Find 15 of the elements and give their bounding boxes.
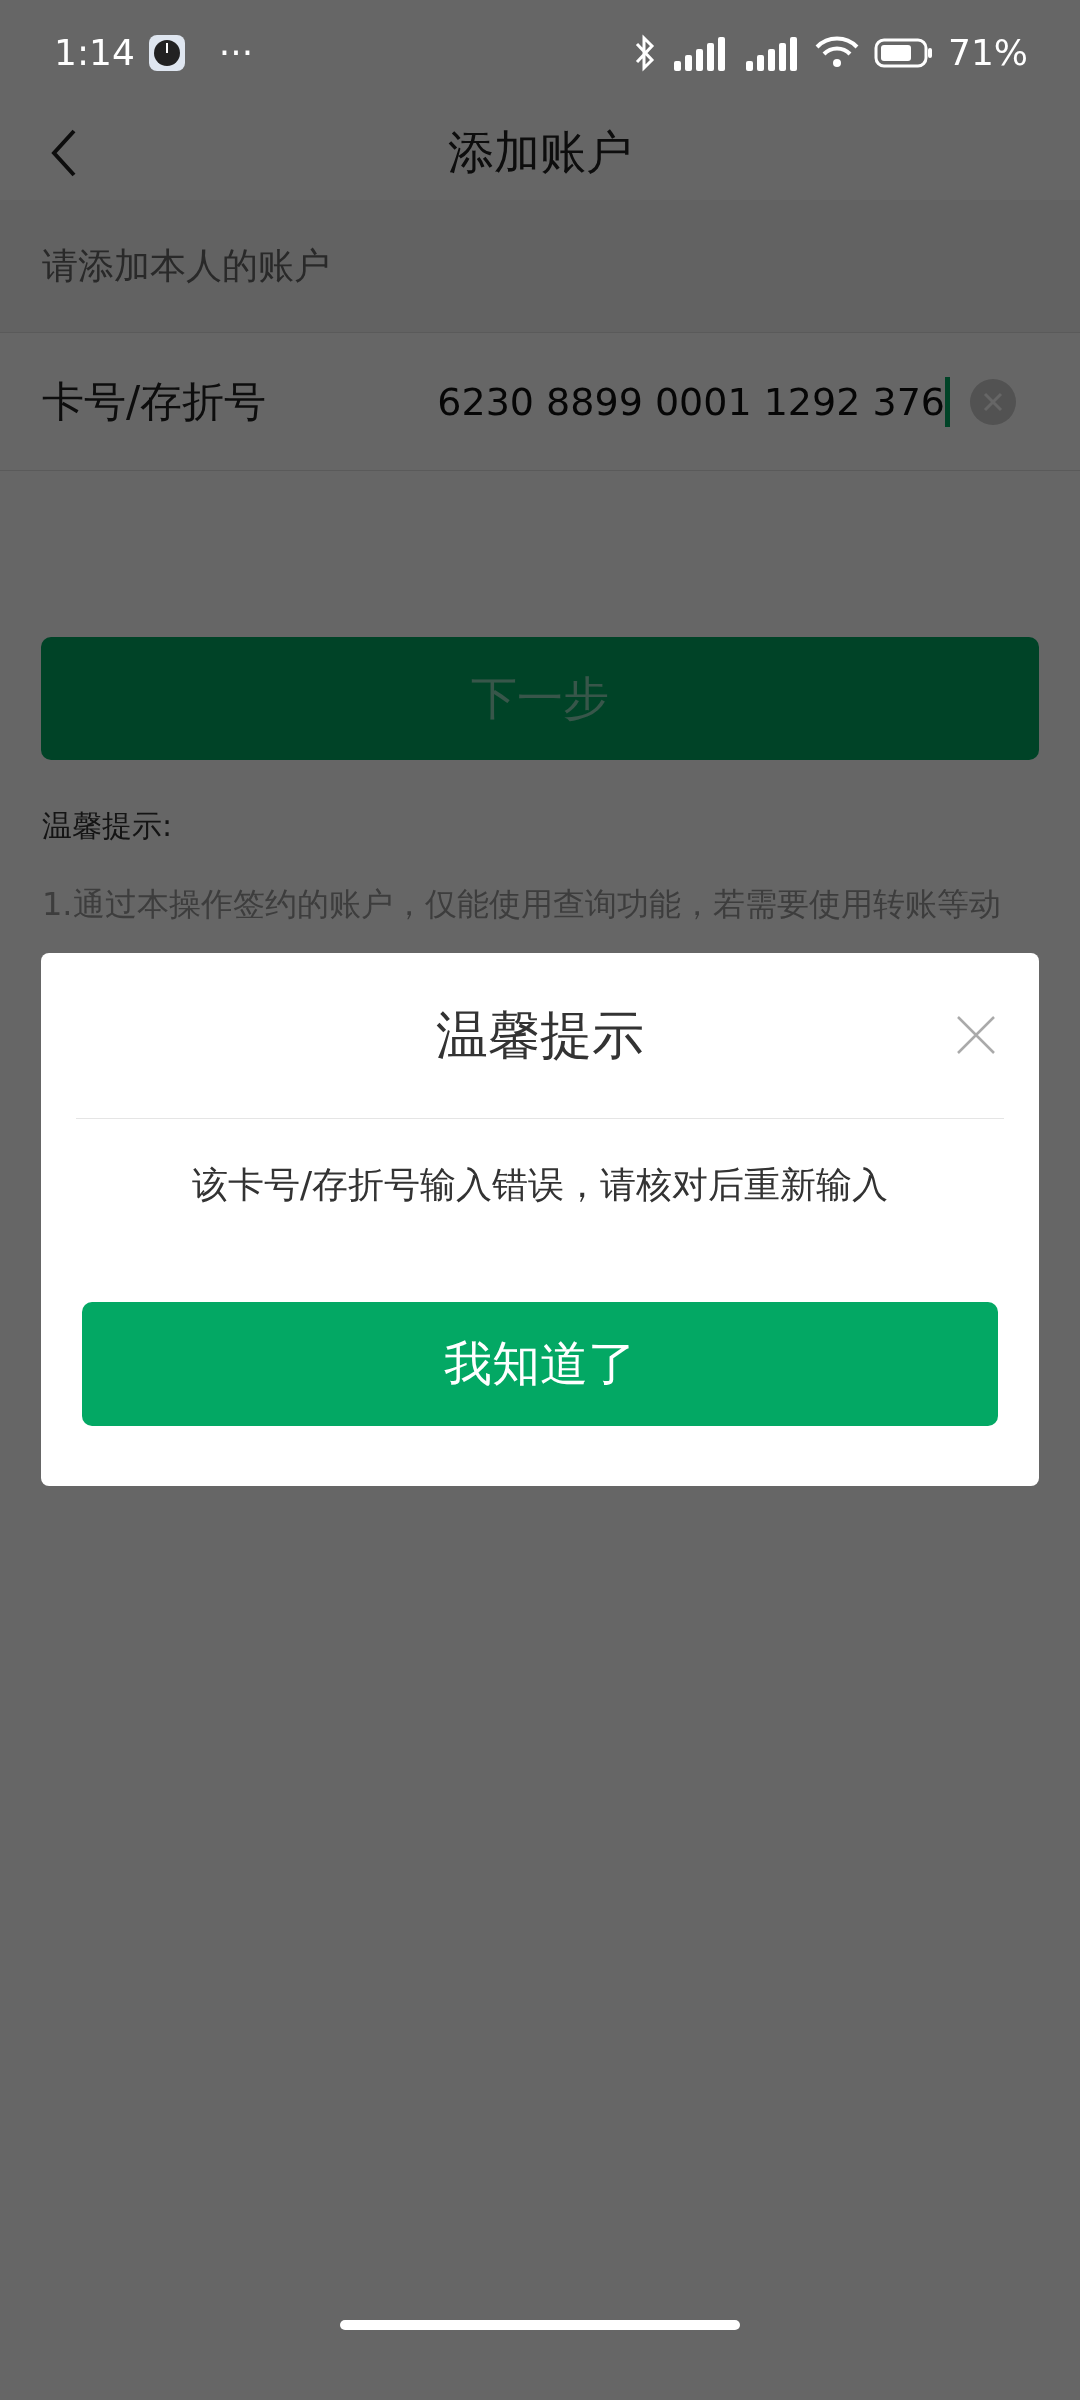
status-time: 1:14 bbox=[54, 32, 135, 73]
bluetooth-icon bbox=[634, 33, 656, 72]
dialog-message: 该卡号/存折号输入错误，请核对后重新输入 bbox=[191, 1163, 889, 1207]
subtitle: 请添加本人的账户 bbox=[42, 243, 330, 288]
more-dots: ··· bbox=[218, 32, 254, 73]
dialog-title: 温馨提示 bbox=[436, 1003, 644, 1067]
battery-percent: 71% bbox=[948, 32, 1028, 73]
battery-icon bbox=[874, 36, 934, 69]
close-button[interactable] bbox=[956, 1015, 996, 1055]
field-label: 卡号/存折号 bbox=[42, 375, 267, 428]
page-title: 添加账户 bbox=[448, 123, 632, 181]
tips-title: 温馨提示: bbox=[42, 807, 174, 845]
clock-app-icon bbox=[148, 34, 185, 71]
card-number-field[interactable]: 6230 8899 0001 1292 376 bbox=[266, 376, 950, 427]
confirm-button[interactable]: 我知道了 bbox=[82, 1302, 998, 1426]
